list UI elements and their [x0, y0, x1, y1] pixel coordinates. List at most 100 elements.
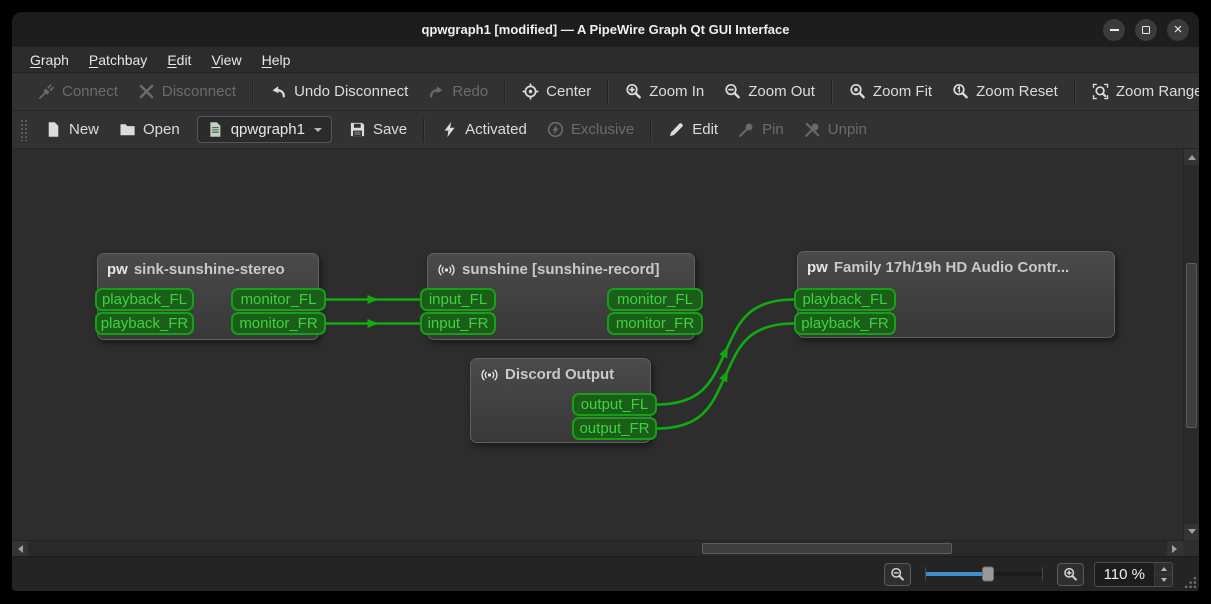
edit-label: Edit [692, 121, 719, 138]
unpin-button[interactable]: Unpin [795, 115, 876, 144]
spinner-buttons [1154, 562, 1172, 586]
desktop: qpwgraph1 [modified] — A PipeWire Graph … [0, 0, 1211, 604]
port-discord-output-output-fl[interactable]: output_FL [572, 393, 657, 416]
zoom-range-button[interactable]: Zoom Range [1083, 77, 1199, 106]
menu-help[interactable]: Help [252, 49, 301, 71]
redo-button[interactable]: Redo [419, 77, 497, 106]
exclusive-icon [547, 121, 564, 138]
graph-canvas[interactable]: pw sink-sunshine-stereo playback_FL playbac… [12, 149, 1199, 556]
menu-edit[interactable]: Edit [157, 49, 201, 71]
pin-button[interactable]: Pin [729, 115, 793, 144]
zoom-out-icon [724, 83, 741, 100]
redo-label: Redo [452, 83, 489, 100]
close-icon: × [1173, 20, 1183, 38]
title-bar[interactable]: qpwgraph1 [modified] — A PipeWire Graph … [12, 12, 1199, 47]
vertical-scroll-thumb[interactable] [1186, 263, 1197, 428]
toolbar-handle[interactable] [20, 118, 27, 141]
zoom-out-icon [890, 567, 905, 582]
scrollbar-corner [1183, 540, 1199, 556]
center-button[interactable]: Center [513, 77, 600, 106]
zoom-in-button[interactable]: Zoom In [616, 77, 713, 106]
port-family-hd-audio-playback-fr[interactable]: playback_FR [794, 312, 896, 335]
port-sunshine-monitor-fr[interactable]: monitor_FR [607, 312, 703, 335]
exclusive-label: Exclusive [570, 121, 635, 138]
unpin-label: Unpin [827, 121, 867, 138]
open-button[interactable]: Open [110, 115, 189, 144]
new-button[interactable]: New [36, 115, 108, 144]
horizontal-scroll-thumb[interactable] [702, 543, 952, 554]
toolbar-graph: Connect Disconnect Undo Disconnect Redo Cent… [12, 73, 1199, 111]
port-sink-sunshine-stereo-monitor-fl[interactable]: monitor_FL [231, 288, 326, 311]
zoom-out-button[interactable] [883, 562, 911, 586]
maximize-button[interactable] [1135, 18, 1157, 41]
node-title: pw sink-sunshine-stereo [107, 261, 285, 278]
port-sunshine-input-fl[interactable]: input_FL [420, 288, 496, 311]
port-sink-sunshine-stereo-playback-fr[interactable]: playback_FR [95, 312, 194, 335]
menu-patchbay[interactable]: Patchbay [79, 49, 157, 71]
pin-label: Pin [762, 121, 784, 138]
toolbar-separator [1073, 79, 1076, 104]
patchbay-combo[interactable]: qpwgraph1 [196, 116, 332, 143]
connect-icon [38, 83, 55, 100]
zoom-reset-button[interactable]: Zoom Reset [943, 77, 1067, 106]
port-sink-sunshine-stereo-monitor-fr[interactable]: monitor_FR [231, 312, 326, 335]
undo-icon [270, 83, 287, 100]
center-icon [522, 83, 539, 100]
connect-label: Connect [62, 83, 118, 100]
zoom-slider-handle[interactable] [982, 566, 995, 582]
zoom-out-button[interactable]: Zoom Out [715, 77, 824, 106]
spin-down-icon [1160, 577, 1167, 585]
toolbar-separator [423, 117, 426, 142]
activated-button[interactable]: Activated [432, 115, 536, 144]
zoom-slider[interactable] [924, 566, 1043, 582]
disconnect-button[interactable]: Disconnect [129, 77, 245, 106]
window-controls: × [1103, 18, 1189, 41]
menu-view[interactable]: View [201, 49, 251, 71]
horizontal-scrollbar[interactable] [12, 540, 1183, 556]
close-button[interactable]: × [1167, 18, 1189, 41]
zoom-in-button[interactable] [1056, 562, 1084, 586]
toolbar-separator [252, 79, 255, 104]
connect-button[interactable]: Connect [29, 77, 127, 106]
zoom-fit-button[interactable]: Zoom Fit [840, 77, 941, 106]
port-sink-sunshine-stereo-playback-fl[interactable]: playback_FL [95, 288, 194, 311]
menu-graph[interactable]: Graph [20, 49, 79, 71]
zoom-spinbox[interactable]: 110 % [1093, 561, 1173, 587]
toolbar-separator [607, 79, 610, 104]
node-title: Discord Output [471, 359, 650, 390]
spin-down-button[interactable] [1155, 573, 1172, 586]
zoom-out-label: Zoom Out [748, 83, 815, 100]
disconnect-label: Disconnect [161, 83, 237, 100]
port-discord-output-output-fr[interactable]: output_FR [572, 417, 657, 440]
zoom-in-icon [1063, 567, 1078, 582]
stream-icon [480, 367, 499, 383]
spin-up-button[interactable] [1155, 562, 1172, 574]
edit-button[interactable]: Edit [659, 115, 727, 144]
scroll-right-button[interactable] [1167, 541, 1183, 556]
zoom-reset-label: Zoom Reset [976, 83, 1058, 100]
port-sunshine-monitor-fl[interactable]: monitor_FL [607, 288, 703, 311]
menu-bar: Graph Patchbay Edit View Help [12, 47, 1199, 73]
scroll-up-button[interactable] [1184, 149, 1199, 165]
resize-grip[interactable] [1183, 575, 1196, 588]
open-icon [119, 121, 136, 138]
zoom-slider-fill [924, 572, 989, 576]
patchbay-combo-value: qpwgraph1 [230, 121, 305, 138]
save-button[interactable]: Save [340, 115, 416, 144]
toolbar-separator [504, 79, 507, 104]
scroll-left-button[interactable] [12, 541, 28, 556]
vertical-scrollbar[interactable] [1183, 149, 1199, 540]
exclusive-button[interactable]: Exclusive [538, 115, 643, 144]
scroll-down-button[interactable] [1184, 524, 1199, 540]
toolbar-separator [650, 117, 653, 142]
port-sunshine-input-fr[interactable]: input_FR [420, 312, 496, 335]
undo-disconnect-button[interactable]: Undo Disconnect [261, 77, 417, 106]
arrow-up-icon [1188, 151, 1196, 160]
maximize-icon [1142, 25, 1150, 34]
zoom-in-icon [625, 83, 642, 100]
port-family-hd-audio-playback-fl[interactable]: playback_FL [794, 288, 896, 311]
activated-icon [441, 121, 458, 138]
window-title: qpwgraph1 [modified] — A PipeWire Graph … [421, 22, 790, 37]
disconnect-icon [138, 83, 155, 100]
minimize-button[interactable] [1103, 18, 1125, 41]
